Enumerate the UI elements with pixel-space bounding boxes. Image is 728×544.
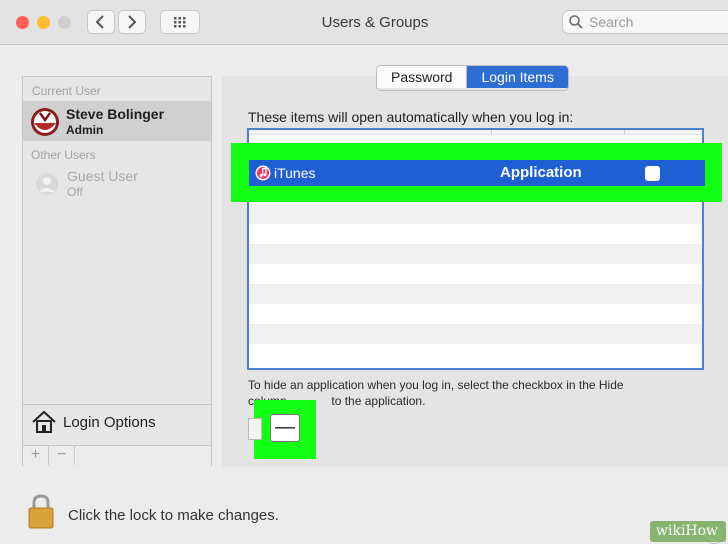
search-placeholder: Search: [589, 14, 634, 30]
tab-login-items[interactable]: Login Items: [467, 66, 568, 88]
current-user-label: Current User: [32, 84, 101, 98]
house-icon: [32, 410, 56, 433]
list-stripe: [249, 244, 702, 264]
user-avatar: [31, 108, 59, 136]
remove-login-item-button[interactable]: —: [270, 414, 300, 442]
guest-user-status: Off: [67, 185, 83, 199]
list-stripe: [249, 204, 702, 224]
hint-line-2-end: to the application.: [328, 394, 426, 408]
grid-icon: [174, 17, 186, 28]
chevron-right-icon: [128, 15, 137, 29]
list-stripe: [249, 324, 702, 344]
other-users-label: Other Users: [31, 148, 96, 162]
zoom-window-button[interactable]: [58, 16, 71, 29]
login-items-intro: These items will open automatically when…: [248, 109, 574, 125]
column-divider: [491, 130, 492, 135]
guest-avatar-icon: [36, 173, 58, 195]
search-icon: [569, 15, 583, 29]
current-user-name: Steve Bolinger: [66, 106, 165, 122]
chevron-left-icon: [95, 15, 104, 29]
lock-text: Click the lock to make changes.: [68, 507, 279, 524]
login-options-label: Login Options: [63, 414, 156, 431]
login-item-kind: Application: [500, 164, 582, 181]
add-login-item-button[interactable]: [248, 418, 262, 440]
remove-user-button[interactable]: −: [49, 446, 75, 465]
minimize-window-button[interactable]: [37, 16, 50, 29]
window-title: Users & Groups: [321, 14, 429, 31]
watermark-logo: wikiHow: [650, 521, 726, 542]
itunes-icon: [255, 165, 271, 181]
guest-user-name: Guest User: [67, 168, 138, 184]
show-all-button[interactable]: [160, 10, 200, 34]
tab-password[interactable]: Password: [377, 66, 468, 88]
add-user-button[interactable]: +: [23, 446, 49, 465]
login-item-name: iTunes: [274, 165, 316, 181]
column-divider: [624, 130, 625, 135]
hint-line-1: To hide an application when you log in, …: [248, 378, 624, 392]
search-field[interactable]: [562, 10, 728, 34]
current-user-role: Admin: [66, 123, 104, 137]
forward-button[interactable]: [118, 10, 146, 34]
lock-icon[interactable]: [27, 494, 55, 530]
login-item-row-itunes[interactable]: [249, 160, 705, 186]
list-stripe: [249, 284, 702, 304]
tab-bar: Password Login Items: [376, 65, 569, 91]
hide-checkbox[interactable]: [645, 166, 660, 181]
back-button[interactable]: [87, 10, 115, 34]
close-window-button[interactable]: [16, 16, 29, 29]
list-header: [249, 130, 702, 135]
